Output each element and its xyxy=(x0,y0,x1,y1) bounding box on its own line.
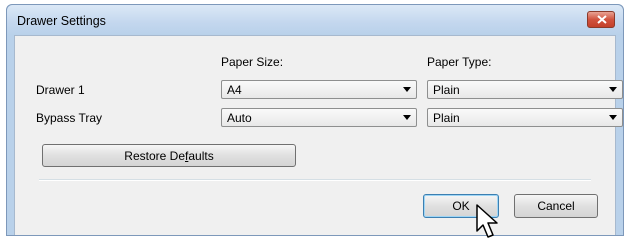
paper-type-header: Paper Type: xyxy=(427,55,492,69)
bypass-tray-paper-size-value: Auto xyxy=(227,111,252,125)
close-button[interactable] xyxy=(587,11,615,28)
restore-defaults-button[interactable]: Restore Defaults xyxy=(42,144,296,167)
bypass-tray-paper-type-value: Plain xyxy=(433,111,460,125)
paper-size-header: Paper Size: xyxy=(221,55,284,69)
drawer-1-paper-type-value: Plain xyxy=(433,83,460,97)
close-icon xyxy=(597,15,607,24)
restore-defaults-label: Restore Defaults xyxy=(124,149,214,163)
drawer-1-paper-size-value: A4 xyxy=(227,83,242,97)
dialog-client-area: Paper Size: Paper Type: Drawer 1 A4 Plai… xyxy=(14,35,623,235)
dialog-window: Drawer Settings Paper Size: Paper Type: … xyxy=(6,4,624,236)
chevron-down-icon xyxy=(403,87,411,92)
cancel-button[interactable]: Cancel xyxy=(514,194,598,218)
chevron-down-icon xyxy=(609,115,617,120)
row-label-bypass-tray: Bypass Tray xyxy=(36,111,103,125)
chevron-down-icon xyxy=(609,87,617,92)
mouse-pointer-icon xyxy=(476,204,498,238)
row-label-drawer-1: Drawer 1 xyxy=(36,83,85,97)
separator xyxy=(39,179,591,181)
window-title: Drawer Settings xyxy=(17,14,106,28)
chevron-down-icon xyxy=(403,115,411,120)
bypass-tray-paper-size-select[interactable]: Auto xyxy=(221,108,417,127)
bypass-tray-paper-type-select[interactable]: Plain xyxy=(427,108,623,127)
drawer-1-paper-size-select[interactable]: A4 xyxy=(221,80,417,99)
drawer-1-paper-type-select[interactable]: Plain xyxy=(427,80,623,99)
title-bar[interactable]: Drawer Settings xyxy=(7,5,623,35)
